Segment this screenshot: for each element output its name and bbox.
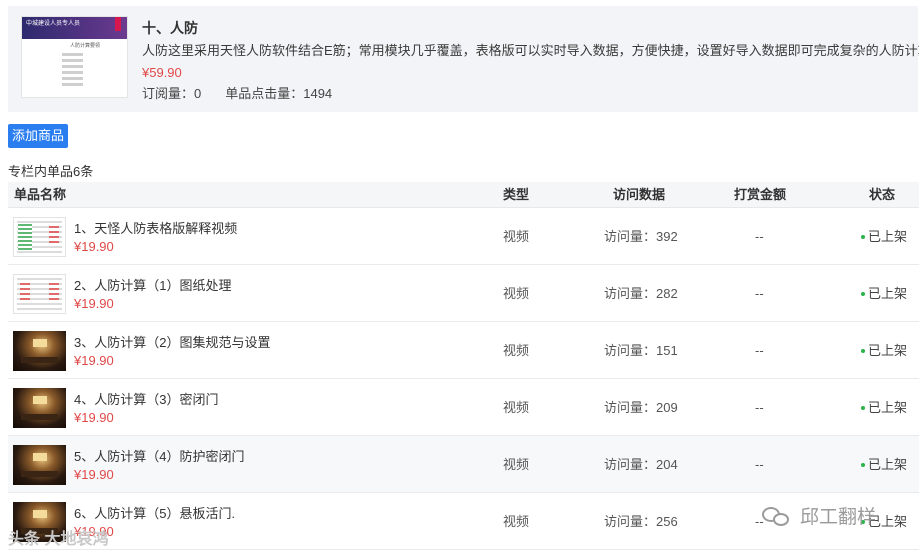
header-tips: 打赏金额 <box>734 187 787 202</box>
item-type: 视频 <box>503 514 530 529</box>
item-title[interactable]: 5、人防计算（4）防护密闭门 <box>74 446 244 465</box>
item-tips: -- <box>755 343 764 358</box>
column-cover-image: 中城建设人员专人员 人防计算要领 <box>21 16 128 98</box>
item-title[interactable]: 4、人防计算（3）密闭门 <box>74 389 218 408</box>
item-status: 已上架 <box>861 436 907 493</box>
item-type: 视频 <box>503 457 530 472</box>
item-status: 已上架 <box>861 379 907 436</box>
items-table: 单品名称 类型 访问数据 打赏金额 状态 1、天怪人防表格版解释视频 ¥19.9… <box>8 182 919 550</box>
item-thumbnail[interactable] <box>13 445 66 485</box>
subscription-count: 订阅量：0 <box>142 86 202 101</box>
item-status-label: 已上架 <box>868 457 908 472</box>
add-product-button[interactable]: 添加商品 <box>8 124 68 148</box>
item-tips: -- <box>755 457 764 472</box>
item-status: 已上架 <box>861 265 907 322</box>
cover-bookmark-icon <box>115 17 121 31</box>
item-visits: 访问量：151 <box>604 343 678 358</box>
header-type: 类型 <box>503 187 530 202</box>
status-dot-icon <box>861 405 865 410</box>
item-title[interactable]: 1、天怪人防表格版解释视频 <box>74 218 237 237</box>
column-info-card: 中城建设人员专人员 人防计算要领 十、人防 人防这里采用天怪人防软件结合E筋；常… <box>8 6 919 112</box>
item-price: ¥19.90 <box>74 467 114 482</box>
item-status-label: 已上架 <box>868 400 908 415</box>
table-row[interactable]: 4、人防计算（3）密闭门 ¥19.90 视频 访问量：209 -- 已上架 <box>8 379 919 436</box>
item-price: ¥19.90 <box>74 353 114 368</box>
status-dot-icon <box>861 234 865 239</box>
item-status-label: 已上架 <box>868 286 908 301</box>
header-status: 状态 <box>869 187 896 202</box>
item-tips: -- <box>755 229 764 244</box>
item-visits: 访问量：209 <box>604 400 678 415</box>
table-row[interactable]: 3、人防计算（2）图集规范与设置 ¥19.90 视频 访问量：151 -- 已上… <box>8 322 919 379</box>
click-count: 单品点击量：1494 <box>225 86 333 101</box>
item-type: 视频 <box>503 343 530 358</box>
item-status: 已上架 <box>861 208 907 265</box>
wechat-icon <box>762 505 792 527</box>
item-type: 视频 <box>503 286 530 301</box>
item-thumbnail[interactable] <box>13 388 66 428</box>
item-visits: 访问量：256 <box>604 514 678 529</box>
item-thumbnail[interactable] <box>13 217 66 257</box>
item-status-label: 已上架 <box>868 343 908 358</box>
column-description: 人防这里采用天怪人防软件结合E筋；常用模块几乎覆盖，表格版可以实时导入数据，方便… <box>142 43 919 58</box>
table-row[interactable]: 5、人防计算（4）防护密闭门 ¥19.90 视频 访问量：204 -- 已上架 <box>8 436 919 493</box>
column-stats: 订阅量：0 单品点击量：1494 <box>142 83 356 102</box>
cover-banner-text: 中城建设人员专人员 <box>26 21 81 27</box>
watermark-left: 头条 大地哀鸿 <box>8 531 109 548</box>
column-price: ¥59.90 <box>142 65 182 80</box>
status-dot-icon <box>861 291 865 296</box>
item-visits: 访问量：204 <box>604 457 678 472</box>
cover-subtitle: 人防计算要领 <box>70 43 101 49</box>
table-row[interactable]: 2、人防计算（1）图纸处理 ¥19.90 视频 访问量：282 -- 已上架 <box>8 265 919 322</box>
item-visits: 访问量：282 <box>604 286 678 301</box>
watermark-right: 邱工翻样 <box>762 502 876 529</box>
item-status-label: 已上架 <box>868 229 908 244</box>
cover-banner: 中城建设人员专人员 <box>22 17 127 39</box>
cover-toc-lines <box>62 53 92 89</box>
item-thumbnail[interactable] <box>13 331 66 371</box>
item-type: 视频 <box>503 400 530 415</box>
item-tips: -- <box>755 400 764 415</box>
item-price: ¥19.90 <box>74 296 114 311</box>
item-title[interactable]: 3、人防计算（2）图集规范与设置 <box>74 332 270 351</box>
item-price: ¥19.90 <box>74 239 114 254</box>
item-title[interactable]: 6、人防计算（5）悬板活门. <box>74 503 235 522</box>
item-count-label: 专栏内单品6条 <box>8 164 94 179</box>
table-row[interactable]: 1、天怪人防表格版解释视频 ¥19.90 视频 访问量：392 -- 已上架 <box>8 208 919 265</box>
item-tips: -- <box>755 286 764 301</box>
status-dot-icon <box>861 348 865 353</box>
watermark-right-text: 邱工翻样 <box>800 507 877 528</box>
header-name: 单品名称 <box>14 187 67 202</box>
column-title: 十、人防 <box>142 20 198 36</box>
item-price: ¥19.90 <box>74 410 114 425</box>
item-visits: 访问量：392 <box>604 229 678 244</box>
status-dot-icon <box>861 462 865 467</box>
item-type: 视频 <box>503 229 530 244</box>
table-header: 单品名称 类型 访问数据 打赏金额 状态 <box>8 182 919 208</box>
header-visits: 访问数据 <box>613 187 666 202</box>
item-thumbnail[interactable] <box>13 274 66 314</box>
item-status: 已上架 <box>861 322 907 379</box>
item-title[interactable]: 2、人防计算（1）图纸处理 <box>74 275 231 294</box>
